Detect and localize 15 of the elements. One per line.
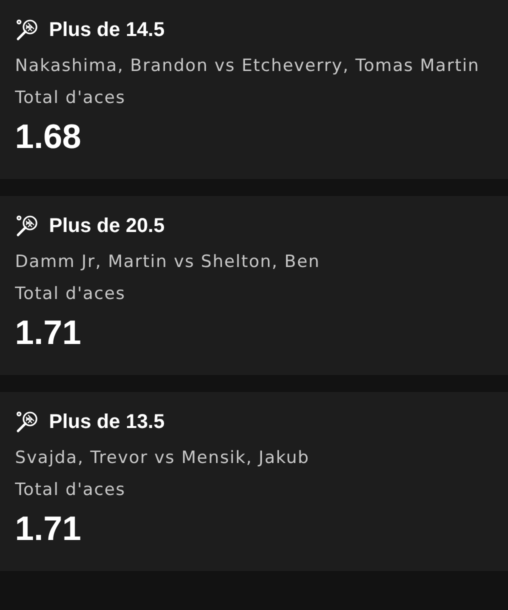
market-name: Total d'aces xyxy=(15,86,126,110)
tennis-racket-icon xyxy=(15,18,39,42)
selection-title: Plus de 20.5 xyxy=(49,214,165,238)
match-name: Nakashima, Brandon vs Etcheverry, Tomas Martin xyxy=(15,55,481,78)
market-name: Total d'aces xyxy=(15,282,126,306)
tennis-racket-icon xyxy=(15,410,39,434)
market-name: Total d'aces xyxy=(15,478,126,502)
tennis-racket-icon xyxy=(15,214,39,238)
selection-title: Plus de 14.5 xyxy=(49,18,165,42)
odds-value: 1.71 xyxy=(15,313,82,354)
odds-value: 1.71 xyxy=(15,509,82,550)
match-name: Damm Jr, Martin vs Shelton, Ben xyxy=(15,251,321,274)
odds-value: 1.68 xyxy=(15,117,82,158)
match-name: Svajda, Trevor vs Mensik, Jakub xyxy=(15,447,310,470)
selection-title: Plus de 13.5 xyxy=(49,410,165,434)
